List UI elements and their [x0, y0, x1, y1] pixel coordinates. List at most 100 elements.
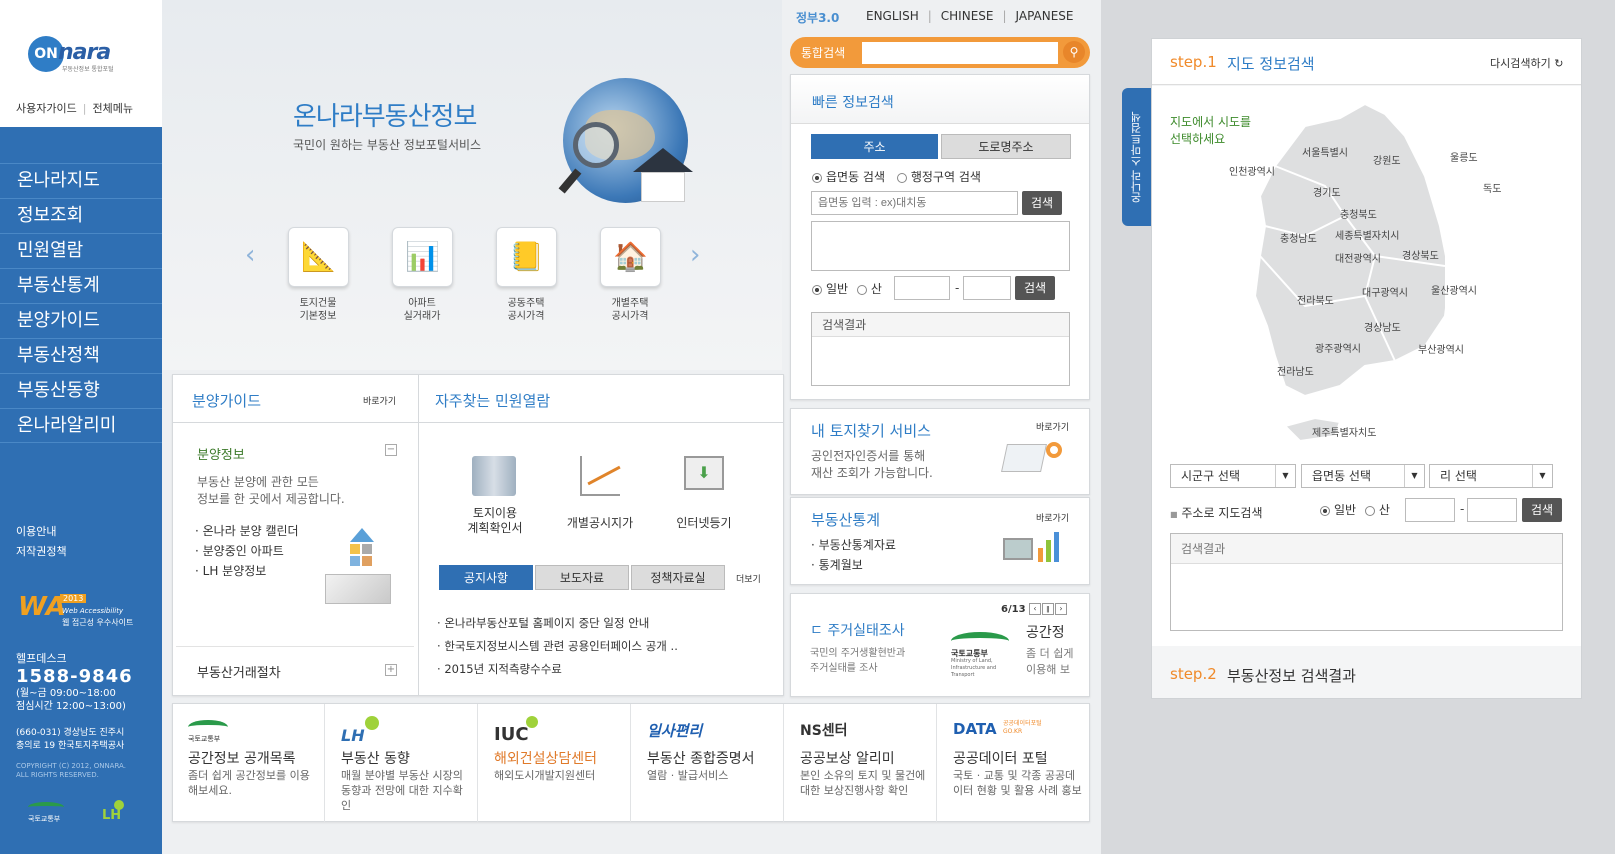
partner-molit[interactable]: 국토교통부 공간정보 공개목록 좀더 쉽게 공간정보를 이용해보세요. — [172, 704, 325, 822]
gov30-logo[interactable]: 정부3.0 — [796, 9, 839, 26]
notice-item[interactable]: · 온나라부동산포털 홈페이지 중단 일정 안내 — [437, 612, 678, 635]
map-search-button[interactable]: 검색 — [1522, 498, 1562, 522]
internet-registry-link[interactable]: 인터넷등기 — [654, 514, 754, 531]
trade-procedure-title[interactable]: 부동산거래절차 — [197, 662, 281, 681]
lot-sub-input[interactable] — [963, 276, 1011, 300]
stats-data-link[interactable]: · 부동산통계자료 — [811, 535, 896, 555]
user-guide-link[interactable]: 사용자가이드 — [16, 102, 77, 115]
region-ulleungdo[interactable]: 울릉도 — [1450, 149, 1478, 164]
region-jeonnam[interactable]: 전라남도 — [1277, 363, 1314, 378]
sigungu-select[interactable]: 시군구 선택 ▼ — [1170, 464, 1296, 488]
region-daejeon[interactable]: 대전광역시 — [1335, 250, 1381, 265]
copyright-policy-link[interactable]: 저작권정책 — [16, 542, 67, 562]
region-dokdo[interactable]: 독도 — [1483, 180, 1501, 195]
ri-select[interactable]: 리 선택 ▼ — [1429, 464, 1553, 488]
lang-japanese[interactable]: JAPANESE — [1016, 9, 1074, 23]
molit-logo[interactable]: 국토교통부 — [28, 814, 60, 824]
banner-title[interactable]: ㄷ 주거실태조사 — [810, 620, 905, 640]
region-gyeongbuk[interactable]: 경상북도 — [1402, 247, 1439, 262]
region-chungnam[interactable]: 충청남도 — [1280, 230, 1317, 245]
menu-item-bunyang[interactable]: 분양가이드 — [0, 303, 162, 338]
smart-search-tab[interactable]: 온나라 스마트검색 — [1122, 88, 1152, 226]
banner-next-icon[interactable]: › — [1055, 603, 1067, 615]
usage-guide-link[interactable]: 이용안내 — [16, 522, 67, 542]
bunyang-more-link[interactable]: 바로가기 — [363, 394, 396, 407]
carousel-next-icon[interactable]: › — [690, 240, 700, 270]
stats-more-link[interactable]: 바로가기 — [1036, 511, 1069, 524]
menu-item-info[interactable]: 정보조회 — [0, 198, 162, 233]
menu-item-stats[interactable]: 부동산통계 — [0, 268, 162, 303]
notice-item[interactable]: · 2015년 지적측량수수료 — [437, 658, 678, 681]
my-land-more-link[interactable]: 바로가기 — [1036, 420, 1069, 433]
map-radio-normal[interactable]: 일반 — [1320, 503, 1356, 517]
region-gangwon[interactable]: 강원도 — [1373, 152, 1401, 167]
onnara-logo[interactable]: ON nara 부동산정보 통합포털 — [28, 36, 124, 74]
region-jeonbuk[interactable]: 전라북도 — [1297, 292, 1334, 307]
region-incheon[interactable]: 인천광역시 — [1229, 163, 1275, 178]
lh-logo[interactable]: LH — [102, 808, 121, 823]
emd-select[interactable]: 읍면동 선택 ▼ — [1301, 464, 1425, 488]
region-ulsan[interactable]: 울산광역시 — [1431, 282, 1477, 297]
lang-chinese[interactable]: CHINESE — [941, 9, 994, 23]
menu-item-trend[interactable]: 부동산동향 — [0, 373, 162, 408]
notice-item[interactable]: · 한국토지정보시스템 관련 공용인터페이스 공개 .. — [437, 635, 678, 658]
tab-road-address[interactable]: 도로명주소 — [941, 134, 1071, 159]
search-icon[interactable]: ⚲ — [1063, 41, 1085, 63]
my-land-title[interactable]: 내 토지찾기 서비스 — [811, 420, 931, 441]
menu-item-policy[interactable]: 부동산정책 — [0, 338, 162, 373]
partner-data[interactable]: DATA 공공데이터포털 GO.KR 공공데이터 포털 국토 · 교통 및 각종… — [937, 704, 1090, 822]
partner-ilsa[interactable]: 일사편리 부동산 종합증명서 열람 · 발급서비스 — [631, 704, 784, 822]
emd-result-list[interactable] — [811, 221, 1070, 271]
region-chungbuk[interactable]: 충청북도 — [1340, 206, 1377, 221]
carousel-prev-icon[interactable]: ‹ — [245, 240, 255, 270]
tab-notice[interactable]: 공지사항 — [439, 565, 533, 590]
menu-item-alert[interactable]: 온나라알리미 — [0, 408, 162, 443]
search-input[interactable] — [862, 42, 1058, 64]
radio-normal[interactable]: 일반 — [812, 282, 848, 296]
land-plan-cert-link[interactable]: 토지이용 계획확인서 — [445, 506, 545, 536]
region-daegu[interactable]: 대구광역시 — [1362, 284, 1408, 299]
region-sejong[interactable]: 세종특별자치시 — [1335, 227, 1399, 242]
region-gyeonggi[interactable]: 경기도 — [1313, 184, 1341, 199]
expand-icon[interactable]: + — [385, 664, 397, 676]
emd-search-button[interactable]: 검색 — [1022, 191, 1062, 215]
banner-prev-icon[interactable]: ‹ — [1029, 603, 1041, 615]
map-radio-mountain[interactable]: 산 — [1364, 503, 1390, 517]
quick-land-building-button[interactable]: 📐 — [288, 227, 349, 287]
lot-search-button[interactable]: 검색 — [1015, 276, 1055, 300]
map-lot-sub-input[interactable] — [1467, 498, 1517, 522]
collapse-icon[interactable]: − — [385, 444, 397, 456]
quick-apt-price-button[interactable]: 📊 — [392, 227, 453, 287]
partner-lh[interactable]: LH 부동산 동향 매월 분야별 부동산 시장의 동향과 전망에 대한 지수확인 — [325, 704, 478, 822]
land-price-link[interactable]: 개별공시지가 — [550, 514, 650, 531]
menu-item-map[interactable]: 온나라지도 — [0, 163, 162, 198]
radio-emd[interactable]: 읍면동 검색 — [812, 170, 885, 184]
quick-multi-house-button[interactable]: 📒 — [496, 227, 557, 287]
bunyang-calendar-link[interactable]: · 온나라 분양 캘린더 — [195, 521, 299, 541]
region-jeju[interactable]: 제주특별자치도 — [1312, 424, 1376, 439]
tab-press[interactable]: 보도자료 — [535, 565, 629, 590]
radio-admin[interactable]: 행정구역 검색 — [896, 170, 981, 184]
map-document-icon[interactable] — [472, 456, 516, 496]
reset-search-link[interactable]: 다시검색하기 ↻ — [1490, 55, 1563, 71]
region-gwangju[interactable]: 광주광역시 — [1315, 340, 1361, 355]
emd-input[interactable] — [811, 191, 1018, 215]
stats-title[interactable]: 부동산통계 — [811, 509, 880, 530]
notice-more-link[interactable]: 더보기 — [736, 572, 761, 585]
monitor-download-icon[interactable]: ⬇ — [684, 456, 724, 490]
banner-pause-icon[interactable]: ǁ — [1042, 603, 1054, 615]
bunyang-info-title[interactable]: 분양정보 — [197, 444, 245, 463]
radio-mountain[interactable]: 산 — [856, 282, 882, 296]
line-chart-icon[interactable] — [580, 456, 621, 496]
lh-bunyang-link[interactable]: · LH 분양정보 — [195, 561, 299, 581]
lang-english[interactable]: ENGLISH — [866, 9, 919, 23]
region-seoul[interactable]: 서울특별시 — [1302, 144, 1348, 159]
partner-iuc[interactable]: IUC 해외건설상담센터 해외도시개발지원센터 — [478, 704, 631, 822]
tab-address[interactable]: 주소 — [811, 134, 938, 159]
lot-main-input[interactable] — [894, 276, 950, 300]
tab-policy-docs[interactable]: 정책자료실 — [631, 565, 725, 590]
stats-monthly-link[interactable]: · 통계월보 — [811, 555, 896, 575]
partner-ns[interactable]: NS센터 공공보상 알리미 본인 소유의 토지 및 물건에 대한 보상진행사항 … — [784, 704, 937, 822]
menu-item-civil[interactable]: 민원열람 — [0, 233, 162, 268]
map-lot-main-input[interactable] — [1405, 498, 1455, 522]
